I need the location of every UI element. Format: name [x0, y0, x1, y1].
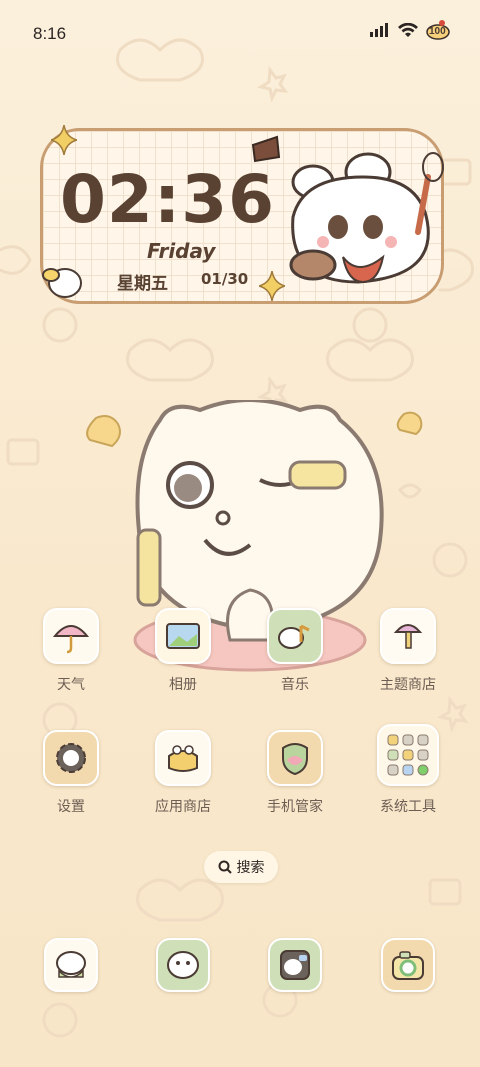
search-icon — [218, 860, 232, 874]
status-bar: 8:16 100 — [0, 0, 480, 66]
date-label: 01/30 — [201, 270, 249, 288]
app-gallery[interactable]: 相册 — [148, 608, 218, 694]
photo-icon — [155, 608, 211, 664]
bird-icon — [42, 268, 82, 298]
umbrella-icon — [43, 608, 99, 664]
shield-icon — [267, 730, 323, 786]
gear-icon — [43, 730, 99, 786]
dock-phone[interactable] — [36, 938, 106, 992]
tools-folder-icon — [377, 724, 439, 786]
app-label: 设置 — [57, 799, 85, 815]
sparkle-icon — [51, 125, 77, 155]
dock-browser[interactable] — [260, 938, 330, 992]
browser-app-icon — [268, 938, 322, 992]
app-music[interactable]: 音乐 — [260, 608, 330, 694]
app-system-tools[interactable]: 系统工具 — [373, 724, 443, 816]
app-label: 天气 — [57, 677, 85, 693]
sparkle-icon — [259, 271, 285, 301]
app-label: 应用商店 — [155, 799, 211, 815]
status-time: 8:16 — [33, 24, 67, 43]
status-icons: 100 — [370, 20, 450, 40]
weekday-english: Friday — [147, 239, 216, 263]
app-store-icon — [155, 730, 211, 786]
signal-icon — [370, 23, 388, 37]
battery-level: 100 — [429, 26, 446, 37]
app-theme-store[interactable]: 主题商店 — [373, 608, 443, 694]
weekday-chinese: 星期五 — [117, 274, 168, 294]
app-label: 音乐 — [281, 677, 309, 693]
clock-time: 02:36 — [60, 161, 276, 238]
dock-messages[interactable] — [148, 938, 218, 992]
app-label: 手机管家 — [267, 799, 323, 815]
app-app-store[interactable]: 应用商店 — [148, 730, 218, 816]
app-label: 相册 — [169, 677, 197, 693]
camera-app-icon — [381, 938, 435, 992]
clock-widget[interactable]: 02:36 Friday 星期五 01/30 — [40, 125, 444, 304]
app-label: 系统工具 — [380, 799, 436, 815]
dock-camera[interactable] — [373, 938, 443, 992]
brush-icon — [380, 608, 436, 664]
chef-character-illustration — [289, 152, 444, 284]
search-label: 搜索 — [236, 860, 265, 876]
music-icon — [267, 608, 323, 664]
battery-icon: 100 — [426, 20, 450, 40]
cake-icon — [251, 135, 281, 163]
app-settings[interactable]: 设置 — [36, 730, 106, 816]
app-weather[interactable]: 天气 — [36, 608, 106, 694]
phone-app-icon — [44, 938, 98, 992]
messages-app-icon — [156, 938, 210, 992]
app-label: 主题商店 — [380, 677, 436, 693]
search-button[interactable]: 搜索 — [204, 851, 278, 883]
app-phone-manager[interactable]: 手机管家 — [260, 730, 330, 816]
wifi-icon — [398, 22, 418, 37]
